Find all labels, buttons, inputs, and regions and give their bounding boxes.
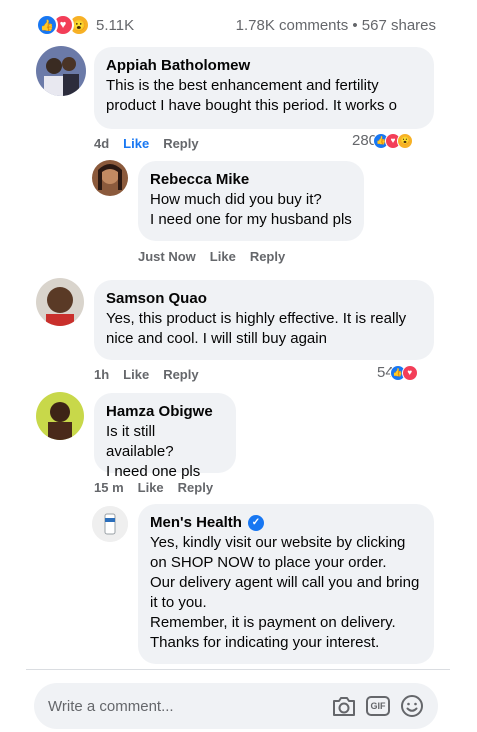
like-button[interactable]: Like bbox=[123, 136, 149, 151]
reactions-cluster[interactable]: 👍 ♥ 😮 bbox=[36, 14, 90, 36]
comment-author[interactable]: Men's Health ✓ bbox=[150, 513, 422, 533]
comment-text-line: product I have bought this period. It wo… bbox=[106, 97, 397, 114]
comment-time: Just Now bbox=[138, 249, 196, 264]
comment-author[interactable]: Appiah Batholomew bbox=[106, 56, 422, 76]
reply-button[interactable]: Reply bbox=[163, 367, 198, 382]
like-button[interactable]: Like bbox=[138, 480, 164, 495]
comment-text-line: nice and cool. I will still buy again bbox=[106, 330, 327, 347]
comment-text-line: This is the best enhancement and fertili… bbox=[106, 77, 379, 94]
comment-bubble[interactable]: Hamza Obigwe Is it still available? I ne… bbox=[94, 393, 236, 480]
comment-author[interactable]: Samson Quao bbox=[106, 289, 422, 309]
love-icon: ♥ bbox=[401, 364, 418, 381]
comment-actions: 15 m Like Reply bbox=[94, 480, 213, 495]
comment-text-line: Yes, kindly visit our website by clickin… bbox=[150, 534, 406, 551]
reply-button[interactable]: Reply bbox=[163, 136, 198, 151]
comment-bubble[interactable]: Appiah Batholomew This is the best enhan… bbox=[94, 47, 434, 129]
page-name: Men's Health bbox=[150, 514, 242, 531]
reaction-count[interactable]: 5.11K bbox=[96, 17, 134, 34]
comment-text-line: Thanks for indicating your interest. bbox=[150, 634, 380, 651]
comment-text-line: on SHOP NOW to place your order. bbox=[150, 554, 387, 571]
comment-text-line: Our delivery agent will call you and bri… bbox=[150, 574, 420, 591]
comment-text-line: Remember, it is payment on delivery. bbox=[150, 614, 396, 631]
like-button[interactable]: Like bbox=[210, 249, 236, 264]
comment-bubble[interactable]: Samson Quao Yes, this product is highly … bbox=[94, 280, 434, 360]
page-avatar[interactable] bbox=[92, 506, 128, 542]
reply-button[interactable]: Reply bbox=[250, 249, 285, 264]
comment-bubble[interactable]: Rebecca Mike How much did you buy it? I … bbox=[138, 161, 364, 241]
verified-badge-icon: ✓ bbox=[247, 515, 264, 531]
comment-time: 4d bbox=[94, 136, 110, 151]
comment-reaction-count[interactable]: 54 👍 ♥ bbox=[377, 364, 418, 381]
comment-author[interactable]: Hamza Obigwe bbox=[106, 402, 224, 422]
comment-composer: GIF bbox=[34, 683, 438, 729]
avatar[interactable] bbox=[36, 278, 84, 326]
comment-actions: Just Now Like Reply bbox=[138, 249, 285, 264]
comment-text-line: Is it still available? bbox=[106, 423, 174, 460]
comment-author[interactable]: Rebecca Mike bbox=[150, 170, 352, 190]
comment-text-line: it to you. bbox=[150, 594, 207, 611]
comment-text-line: How much did you buy it? bbox=[150, 191, 322, 208]
comment-text-line: Yes, this product is highly effective. I… bbox=[106, 310, 407, 327]
reaction-summary-bar: 👍 ♥ 😮 5.11K 1.78K comments • 567 shares bbox=[36, 12, 436, 38]
gif-icon[interactable]: GIF bbox=[364, 692, 392, 720]
like-icon: 👍 bbox=[36, 14, 58, 36]
camera-icon[interactable] bbox=[330, 692, 358, 720]
avatar[interactable] bbox=[92, 160, 128, 196]
comments-shares-stats[interactable]: 1.78K comments • 567 shares bbox=[236, 17, 436, 34]
comment-actions: 1h Like Reply bbox=[94, 367, 199, 382]
comment-text-line: I need one pls bbox=[106, 463, 201, 480]
wow-icon: 😮 bbox=[397, 132, 414, 149]
comment-bubble[interactable]: Men's Health ✓ Yes, kindly visit our web… bbox=[138, 504, 434, 664]
comment-actions: 4d Like Reply bbox=[94, 136, 199, 151]
avatar[interactable] bbox=[36, 392, 84, 440]
like-button[interactable]: Like bbox=[123, 367, 149, 382]
comment-reaction-count[interactable]: 280 👍 ♥ 😮 bbox=[352, 132, 414, 149]
avatar[interactable] bbox=[36, 46, 86, 96]
emoji-icon[interactable] bbox=[398, 692, 426, 720]
comment-time: 15 m bbox=[94, 480, 124, 495]
divider bbox=[26, 669, 450, 670]
comment-time: 1h bbox=[94, 367, 110, 382]
reply-button[interactable]: Reply bbox=[178, 480, 213, 495]
comment-input[interactable] bbox=[48, 697, 324, 715]
comment-text-line: I need one for my husband pls bbox=[150, 211, 352, 228]
